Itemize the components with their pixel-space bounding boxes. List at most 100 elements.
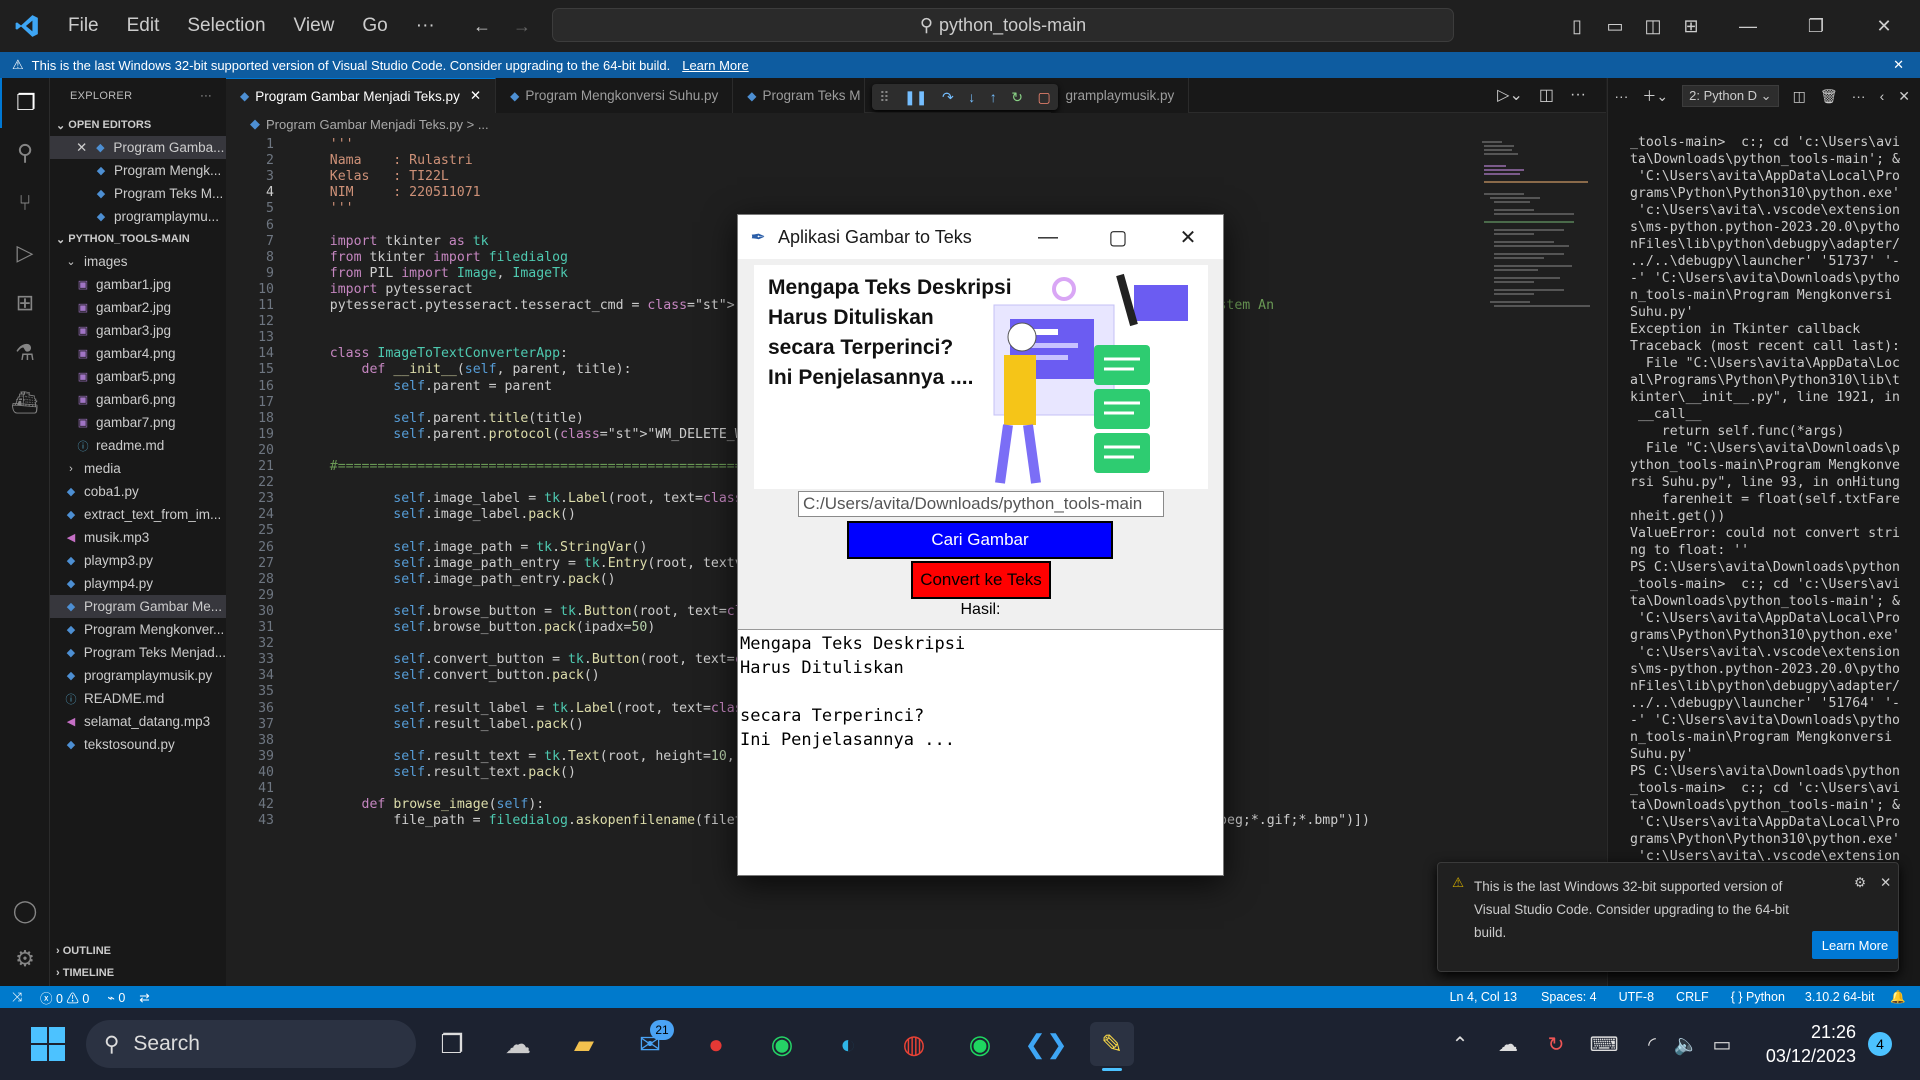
file-tree-item[interactable]: ◆ coba1.py bbox=[50, 480, 226, 503]
code-line[interactable]: import pytesseract bbox=[298, 282, 473, 297]
menu-edit[interactable]: Edit bbox=[113, 0, 174, 52]
step-out-icon[interactable]: ↑ bbox=[990, 89, 997, 105]
code-line[interactable]: import tkinter as tk bbox=[298, 234, 489, 249]
file-tree-item[interactable]: ▣ gambar3.jpg bbox=[50, 319, 226, 342]
run-file-icon[interactable]: ▷⌄ bbox=[1497, 85, 1523, 105]
drag-handle-icon[interactable]: ⠿ bbox=[879, 89, 889, 106]
code-line[interactable]: self.image_path_entry.pack() bbox=[298, 572, 615, 587]
code-line[interactable]: self.image_path = tk.StringVar() bbox=[298, 540, 647, 555]
file-tree-item[interactable]: ▣ gambar7.png bbox=[50, 411, 226, 434]
restore-icon[interactable]: ❐ bbox=[1796, 0, 1836, 52]
close-editor-icon[interactable]: ✕ bbox=[76, 140, 87, 156]
code-line[interactable]: from PIL import Image, ImageTk bbox=[298, 266, 568, 281]
pause-icon[interactable]: ❚❚ bbox=[904, 89, 927, 106]
panel-more-icon[interactable]: ··· bbox=[1614, 88, 1628, 104]
file-tree-item[interactable]: ◆ playmp4.py bbox=[50, 572, 226, 595]
onedrive-icon[interactable]: ☁ bbox=[1486, 1022, 1530, 1066]
notification-close-icon[interactable]: ✕ bbox=[1880, 875, 1891, 891]
code-line[interactable]: NIM : 220511071 bbox=[298, 185, 481, 200]
tk-maximize-icon[interactable]: ▢ bbox=[1083, 215, 1153, 259]
run-debug-icon[interactable]: ▷ bbox=[0, 228, 50, 278]
code-line[interactable]: def browse_image(self): bbox=[298, 797, 545, 812]
menu-go[interactable]: Go bbox=[348, 0, 401, 52]
open-editor-item[interactable]: ✕ ◆ Program Gamba... bbox=[50, 136, 226, 159]
file-tree-item[interactable]: ◆ programplaymusik.py bbox=[50, 664, 226, 687]
indentation[interactable]: Spaces: 4 bbox=[1541, 990, 1597, 1004]
learn-more-button[interactable]: Learn More bbox=[1812, 931, 1898, 959]
code-line[interactable]: Nama : Rulastri bbox=[298, 153, 473, 168]
split-editor-icon[interactable]: ◫ bbox=[1539, 85, 1554, 105]
menu-file[interactable]: File bbox=[54, 0, 113, 52]
taskbar-search[interactable]: ⚲ Search bbox=[86, 1020, 416, 1068]
code-line[interactable]: self.parent = parent bbox=[298, 379, 552, 394]
code-line[interactable]: Kelas : TI22L bbox=[298, 169, 449, 184]
whatsapp-icon[interactable]: ◉ bbox=[760, 1022, 804, 1066]
file-tree-item[interactable]: ⌄ images bbox=[50, 250, 226, 273]
code-line[interactable]: ''' bbox=[298, 201, 354, 216]
tab-programplaymusik[interactable]: gramplaymusik.py bbox=[1051, 78, 1190, 113]
code-line[interactable]: self.convert_button.pack() bbox=[298, 668, 599, 683]
step-into-icon[interactable]: ↓ bbox=[968, 89, 975, 105]
command-center-search[interactable]: ⚲ python_tools-main bbox=[552, 8, 1454, 42]
back-arrow-icon[interactable]: ← bbox=[466, 0, 498, 52]
widgets-cloud-icon[interactable]: ☁ bbox=[496, 1022, 540, 1066]
file-tree-item[interactable]: › media bbox=[50, 457, 226, 480]
code-line[interactable]: ''' bbox=[298, 137, 354, 152]
tk-minimize-icon[interactable]: — bbox=[1013, 215, 1083, 259]
minimap[interactable] bbox=[1480, 135, 1590, 335]
code-line[interactable]: self.result_label.pack() bbox=[298, 717, 584, 732]
more-actions-icon[interactable]: ··· bbox=[200, 90, 212, 102]
panel-close-icon[interactable]: ✕ bbox=[1898, 88, 1910, 105]
toggle-panel-icon[interactable]: ▭ bbox=[1600, 0, 1630, 52]
account-icon[interactable]: ◯ bbox=[0, 886, 50, 936]
file-tree-item[interactable]: ◆ extract_text_from_im... bbox=[50, 503, 226, 526]
settings-gear-icon[interactable]: ⚙ bbox=[0, 934, 50, 984]
notifications-bell-icon[interactable]: 🔔 bbox=[1890, 990, 1906, 1005]
menu-view[interactable]: View bbox=[280, 0, 349, 52]
menu-more[interactable]: ··· bbox=[402, 0, 449, 52]
app-red-icon[interactable]: ● bbox=[694, 1022, 738, 1066]
tk-close-icon[interactable]: ✕ bbox=[1153, 215, 1223, 259]
code-line[interactable]: def __init__(self, parent, title): bbox=[298, 362, 632, 377]
file-tree-item[interactable]: ◆ Program Teks Menjad... bbox=[50, 641, 226, 664]
clock[interactable]: 21:26 03/12/2023 bbox=[1762, 1020, 1856, 1068]
remote-icon[interactable]: ⤨ bbox=[0, 990, 34, 1005]
chrome-icon[interactable]: ◍ bbox=[892, 1022, 936, 1066]
tab-program-teks[interactable]: ◆ Program Teks M bbox=[733, 78, 866, 113]
file-tree-item[interactable]: ▣ gambar4.png bbox=[50, 342, 226, 365]
search-icon[interactable]: ⚲ bbox=[0, 128, 50, 178]
encoding[interactable]: UTF-8 bbox=[1619, 990, 1654, 1004]
terminal-more-icon[interactable]: ··· bbox=[1852, 88, 1866, 104]
result-text-area[interactable]: Mengapa Teks Deskripsi Harus Dituliskan … bbox=[738, 629, 1223, 875]
terminal-output[interactable]: _tools-main> c:; cd 'c:\Users\avi ta\Dow… bbox=[1630, 134, 1915, 942]
code-line[interactable]: self.image_path_entry = tk.Entry(root, t… bbox=[298, 556, 766, 571]
timeline-section[interactable]: › TIMELINE bbox=[50, 962, 226, 984]
task-view-icon[interactable]: ❐ bbox=[430, 1022, 474, 1066]
step-over-icon[interactable]: ↷ bbox=[942, 89, 954, 106]
windows-start-icon[interactable] bbox=[26, 1022, 70, 1066]
file-tree-item[interactable]: ▣ gambar6.png bbox=[50, 388, 226, 411]
close-icon[interactable]: ✕ bbox=[1864, 0, 1904, 52]
tab-program-mengkonversi[interactable]: ◆ Program Mengkonversi Suhu.py bbox=[496, 78, 734, 113]
open-editor-item[interactable]: ◆ Program Mengk... bbox=[50, 159, 226, 182]
language-mode[interactable]: { } Python bbox=[1731, 990, 1785, 1004]
sync-icon[interactable]: ↻ bbox=[1534, 1022, 1578, 1066]
problems-indicator[interactable]: ⓧ 0 ⚠ 0 bbox=[40, 988, 89, 1007]
toggle-sidebar-icon[interactable]: ▯ bbox=[1562, 0, 1592, 52]
terminal-select[interactable]: 2: Python D ⌄ bbox=[1682, 85, 1779, 107]
docker-icon[interactable]: ⛴ bbox=[0, 378, 50, 428]
restart-icon[interactable]: ↻ bbox=[1011, 89, 1023, 106]
file-tree-item[interactable]: ◆ playmp3.py bbox=[50, 549, 226, 572]
editor-more-icon[interactable]: ··· bbox=[1570, 86, 1586, 104]
forward-arrow-icon[interactable]: → bbox=[506, 0, 538, 52]
project-section[interactable]: ⌄ PYTHON_TOOLS-MAIN bbox=[50, 228, 226, 250]
line-ending[interactable]: CRLF bbox=[1676, 990, 1709, 1004]
file-tree-item[interactable]: ▣ gambar1.jpg bbox=[50, 273, 226, 296]
spotify-icon[interactable]: ◉ bbox=[958, 1022, 1002, 1066]
vscode-taskbar-icon[interactable]: ❮❯ bbox=[1024, 1022, 1068, 1066]
file-tree-item[interactable]: ▣ gambar5.png bbox=[50, 365, 226, 388]
notification-settings-icon[interactable]: ⚙ bbox=[1854, 875, 1866, 891]
source-control-icon[interactable]: ⑂ bbox=[0, 178, 50, 228]
customize-layout-icon[interactable]: ⊞ bbox=[1676, 0, 1706, 52]
code-line[interactable]: self.browse_button.pack(ipadx=50) bbox=[298, 620, 655, 635]
